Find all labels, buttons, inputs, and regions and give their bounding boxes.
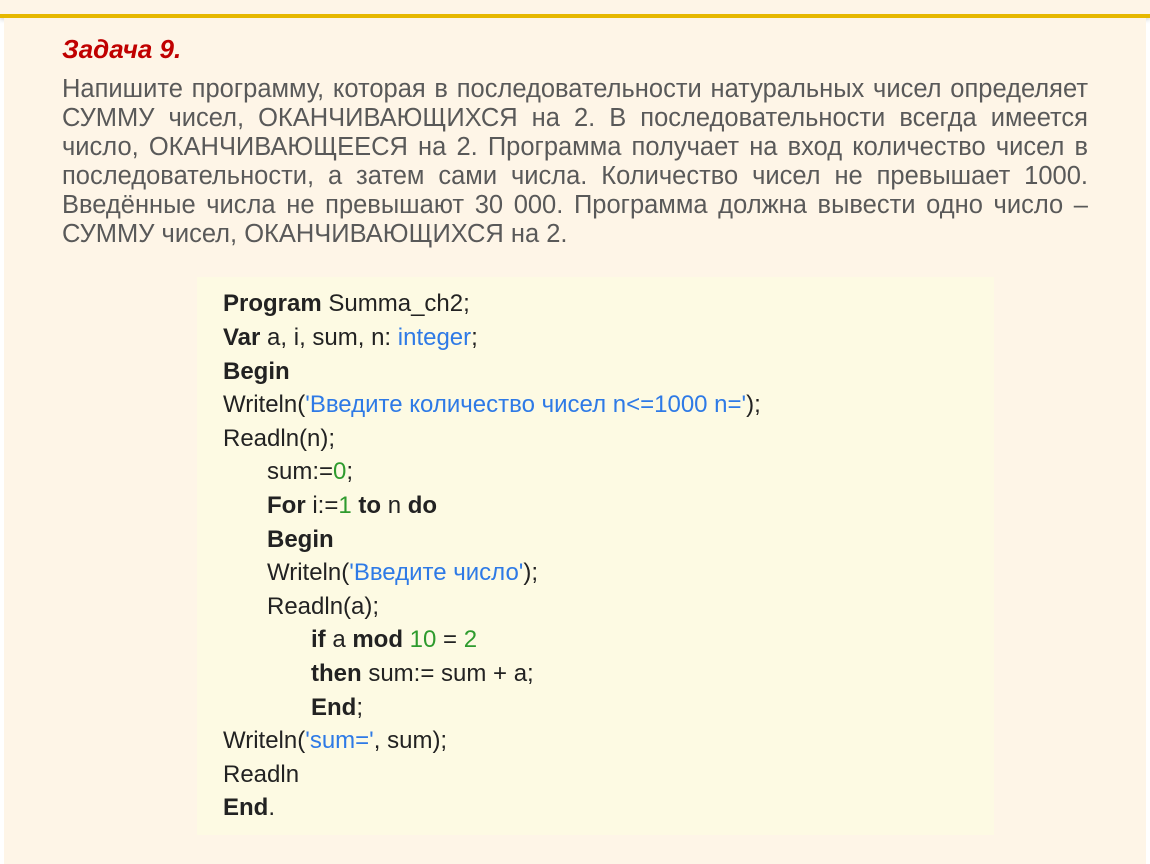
code-line: Program Summa_ch2; (223, 287, 968, 321)
code-line: Readln(n); (223, 422, 968, 456)
code-line: sum:=0; (223, 455, 968, 489)
code-line: Writeln('sum=', sum); (223, 724, 968, 758)
code-line: if a mod 10 = 2 (223, 623, 968, 657)
code-line: End; (223, 691, 968, 725)
task-title: Задача 9. (62, 34, 1088, 65)
code-line: Writeln('Введите число'); (223, 556, 968, 590)
top-strip (0, 0, 1150, 18)
code-block: Program Summa_ch2; Var a, i, sum, n: int… (197, 277, 994, 835)
code-line: Var a, i, sum, n: integer; (223, 321, 968, 355)
code-line: End. (223, 791, 968, 825)
task-text: Напишите программу, которая в последоват… (62, 75, 1088, 249)
code-line: Begin (223, 523, 968, 557)
code-line: For i:=1 to n do (223, 489, 968, 523)
slide-body: Задача 9. Напишите программу, которая в … (4, 18, 1146, 864)
code-line: Writeln('Введите количество чисел n<=100… (223, 388, 968, 422)
code-line: Readln(a); (223, 590, 968, 624)
code-line: then sum:= sum + a; (223, 657, 968, 691)
code-line: Readln (223, 758, 968, 792)
code-line: Begin (223, 355, 968, 389)
